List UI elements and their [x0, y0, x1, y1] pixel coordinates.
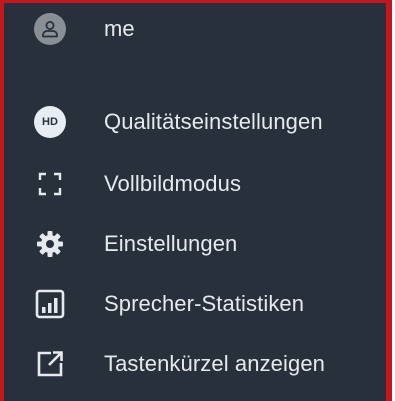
frame-border-right	[386, 0, 392, 401]
menu-item-profile[interactable]: me	[4, 3, 386, 55]
overflow-menu: me HD Qualitätseinstellungen Vollbildmod…	[4, 3, 386, 401]
menu-item-label: me	[104, 16, 135, 41]
frame-border-top	[0, 0, 392, 3]
menu-item-label: Tastenkürzel anzeigen	[104, 351, 326, 376]
menu-item-label: Vollbildmodus	[104, 171, 242, 196]
fullscreen-icon	[32, 166, 68, 202]
menu-item-settings[interactable]: Einstellungen	[4, 218, 386, 270]
menu-item-label: Einstellungen	[104, 231, 238, 256]
menu-item-label: Sprecher-Statistiken	[104, 291, 305, 316]
menu-item-label: Qualitätseinstellungen	[104, 109, 323, 134]
menu-item-keyboard-shortcuts[interactable]: Tastenkürzel anzeigen	[4, 338, 386, 390]
menu-item-speaker-stats[interactable]: Sprecher-Statistiken	[4, 278, 386, 330]
bar-chart-icon	[32, 286, 68, 322]
gear-icon	[32, 226, 68, 262]
screenshot-frame: me HD Qualitätseinstellungen Vollbildmod…	[0, 0, 395, 401]
menu-item-quality-settings[interactable]: HD Qualitätseinstellungen	[4, 96, 386, 148]
user-avatar-icon	[32, 11, 68, 47]
hd-icon: HD	[32, 104, 68, 140]
frame-border-left	[0, 0, 4, 401]
menu-item-fullscreen[interactable]: Vollbildmodus	[4, 158, 386, 210]
external-link-icon	[32, 346, 68, 382]
